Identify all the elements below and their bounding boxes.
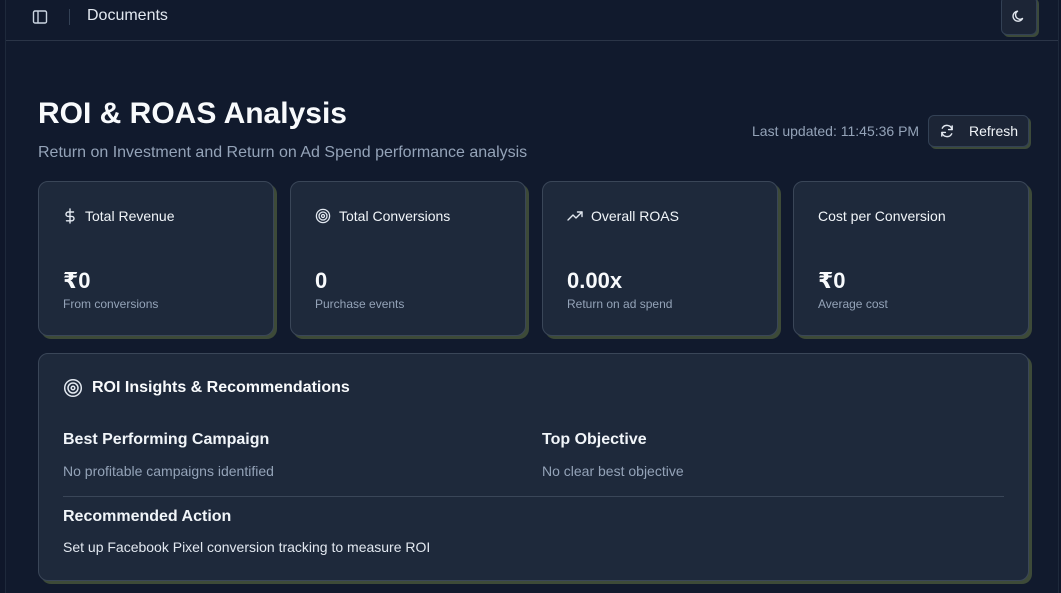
- last-updated-text: Last updated: 11:45:36 PM: [752, 123, 920, 139]
- card-description: Average cost: [818, 297, 888, 311]
- theme-toggle-button[interactable]: [1001, 0, 1037, 35]
- recommended-action-label: Recommended Action: [63, 508, 232, 525]
- recommended-action-text: Set up Facebook Pixel conversion trackin…: [63, 539, 431, 555]
- dollar-icon: [65, 208, 75, 224]
- topbar-divider: [69, 9, 70, 25]
- card-value: ₹0: [818, 268, 846, 293]
- card-cost-per-conversion: Cost per Conversion ₹0 Average cost: [793, 181, 1029, 336]
- page-subtitle: Return on Investment and Return on Ad Sp…: [38, 144, 528, 161]
- card-title: Total Conversions: [339, 208, 451, 224]
- card-header: Total Revenue: [63, 208, 175, 224]
- panel-left-icon: [32, 10, 48, 24]
- sidebar-toggle-button[interactable]: [30, 7, 50, 27]
- card-value: 0: [315, 268, 328, 293]
- insights-header: ROI Insights & Recommendations: [63, 378, 350, 398]
- target-icon: [63, 378, 83, 398]
- insights-title: ROI Insights & Recommendations: [92, 379, 350, 396]
- card-total-conversions: Total Conversions 0 Purchase events: [290, 181, 526, 336]
- page-title: ROI & ROAS Analysis: [38, 97, 347, 130]
- trending-up-icon: [567, 211, 583, 221]
- card-description: From conversions: [63, 297, 159, 311]
- app-window: Documents ROI & ROAS Analysis Return on …: [5, 0, 1059, 593]
- refresh-icon: [941, 124, 953, 138]
- top-bar: Documents: [6, 0, 1058, 41]
- card-title: Cost per Conversion: [818, 208, 946, 224]
- card-total-revenue: Total Revenue ₹0 From conversions: [38, 181, 274, 336]
- top-objective-text: No clear best objective: [542, 463, 684, 479]
- target-icon: [315, 208, 331, 224]
- best-campaign-label: Best Performing Campaign: [63, 431, 270, 448]
- insights-divider: [63, 496, 1004, 497]
- card-title: Total Revenue: [85, 208, 175, 224]
- card-title: Overall ROAS: [591, 208, 679, 224]
- moon-icon: [1012, 10, 1024, 22]
- breadcrumb[interactable]: Documents: [87, 7, 168, 25]
- card-header: Cost per Conversion: [818, 208, 946, 224]
- insights-panel: ROI Insights & Recommendations Best Perf…: [38, 353, 1029, 581]
- card-header: Total Conversions: [315, 208, 450, 224]
- top-objective-label: Top Objective: [542, 431, 647, 448]
- refresh-button[interactable]: Refresh: [928, 115, 1029, 147]
- card-value: 0.00x: [567, 268, 623, 293]
- card-description: Return on ad spend: [567, 297, 673, 311]
- best-campaign-text: No profitable campaigns identified: [63, 463, 274, 479]
- card-value: ₹0: [63, 268, 91, 293]
- card-header: Overall ROAS: [567, 208, 679, 224]
- card-overall-roas: Overall ROAS 0.00x Return on ad spend: [542, 181, 778, 336]
- refresh-label: Refresh: [969, 123, 1019, 139]
- card-description: Purchase events: [315, 297, 405, 311]
